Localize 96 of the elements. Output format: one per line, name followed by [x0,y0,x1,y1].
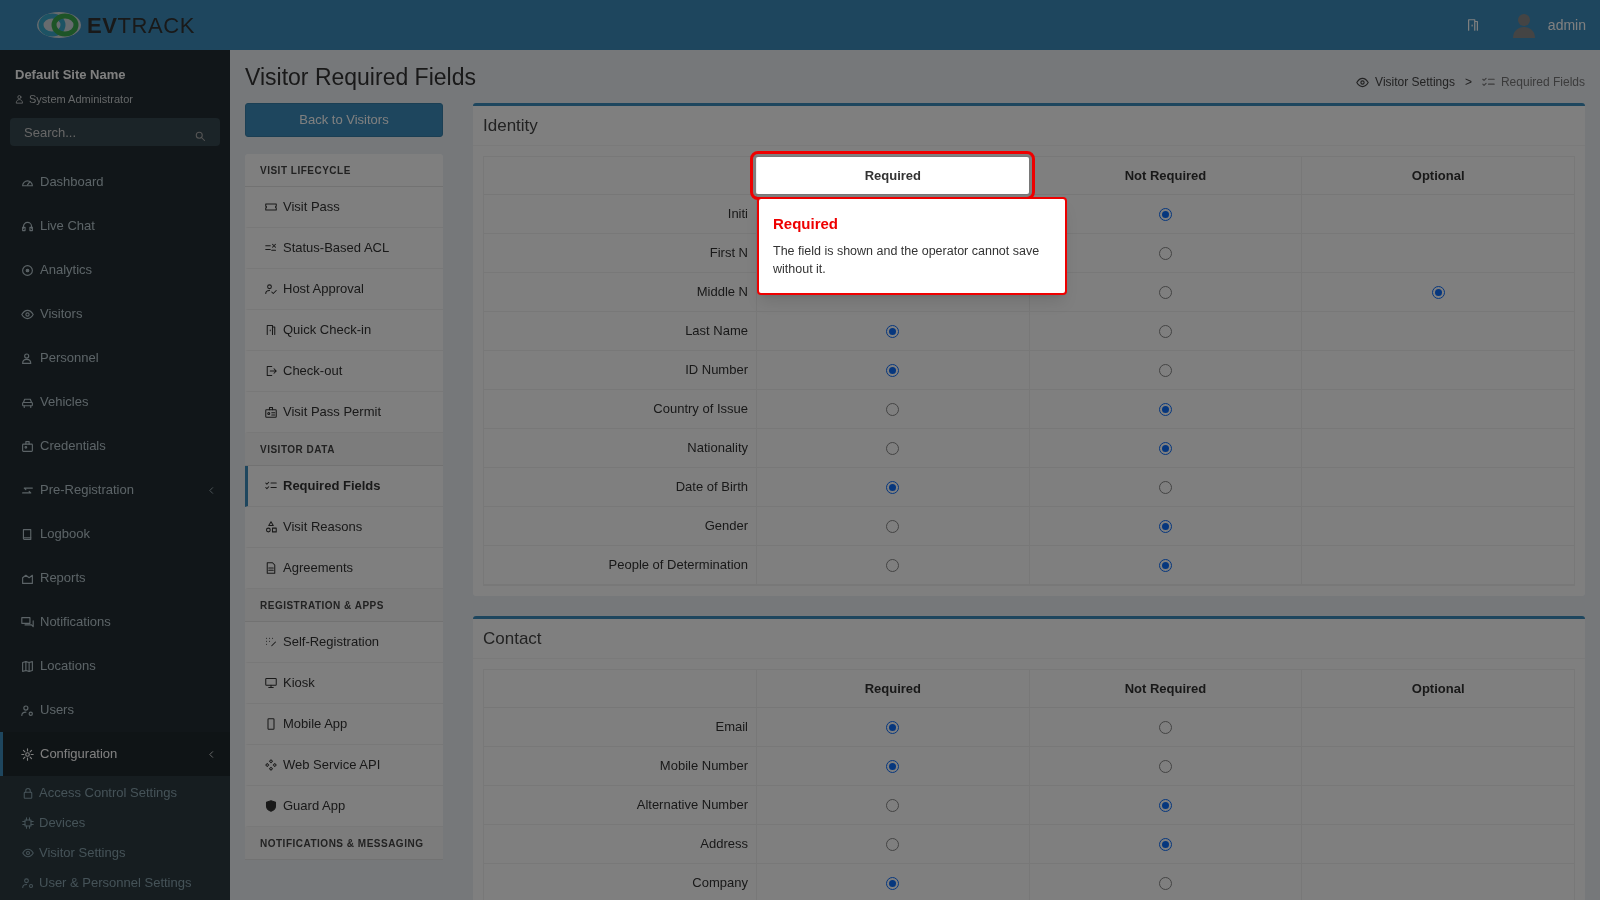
sidebar-item[interactable]: Locations [0,644,230,688]
sidebar-item[interactable]: Logbook [0,512,230,556]
exit-icon [265,365,277,377]
site-name: Default Site Name [15,66,127,84]
sidebar-item[interactable]: Vehicles [0,380,230,424]
settings-nav-item[interactable]: Kiosk [245,663,443,704]
nav-section-heading: VISITOR DATA [260,442,335,457]
logo-text: EVTRACK [87,11,195,40]
target-icon [21,263,34,277]
column-header: Required [756,670,1029,707]
book-icon [21,527,34,541]
tooltip-title: Required [773,214,839,234]
field-label: Gender [704,517,748,536]
sidebar-item[interactable]: Credentials [0,424,230,468]
logo-icon [35,10,84,40]
list-check-icon [265,242,277,254]
field-label: Mobile Number [659,757,748,776]
settings-nav-item[interactable]: Quick Check-in [245,310,443,351]
monitor-icon [265,677,277,689]
settings-nav-item[interactable]: Self-Registration [245,622,443,663]
field-label: Address [700,835,748,854]
chat-icon [21,615,34,629]
checklist-icon [1481,75,1495,89]
breadcrumb-current: Required Fields [1500,74,1585,91]
field-label: Date of Birth [675,478,748,497]
settings-nav-item[interactable]: Visit Pass [245,187,443,228]
sidebar-item[interactable]: Users [0,688,230,732]
tooltip-text: The field is shown and the operator cannot save without it. [773,242,1041,279]
gear-icon [21,747,34,761]
document-icon [265,562,277,574]
nav-section-heading: VISIT LIFECYCLE [260,163,351,178]
ticket-icon [265,201,277,213]
field-label: Initi [727,205,748,224]
eye-icon [22,847,34,859]
sidebar-item[interactable]: Pre-Registration [0,468,230,512]
column-header: Not Required [1028,670,1302,707]
settings-nav-item[interactable]: Status-Based ACL [245,228,443,269]
user-gear-icon [22,877,34,889]
column-header: Optional [1301,670,1574,707]
field-label: Company [692,874,748,893]
card-title: Contact [483,627,542,650]
settings-nav-item[interactable]: Host Approval [245,269,443,310]
nav-section-heading: NOTIFICATIONS & MESSAGING [260,836,424,851]
sidebar-item[interactable]: Dashboard [0,160,230,204]
person-icon [15,93,25,104]
field-label: Alternative Number [636,796,748,815]
settings-nav-item[interactable]: Web Service API [245,745,443,786]
nav-section-heading: REGISTRATION & APPS [260,598,384,613]
badge-icon [21,439,34,453]
field-label: Last Name [685,322,748,341]
checklist-icon [265,480,277,492]
map-icon [21,659,34,673]
column-header: Optional [1301,157,1574,194]
user-check-icon [265,283,277,295]
door-icon [265,324,277,336]
sidebar-item[interactable]: Analytics [0,248,230,292]
search-field[interactable]: Search... [10,118,220,146]
search-icon [194,130,206,142]
chip-icon [22,817,34,829]
field-label: Middle N [696,283,748,302]
dots-pen-icon [265,636,277,648]
user-name[interactable]: admin [1547,14,1586,36]
door-icon [1465,18,1480,32]
user-gear-icon [21,703,34,717]
eye-icon [21,307,34,321]
settings-nav-item[interactable]: Visit Reasons [245,507,443,548]
settings-nav-item[interactable]: Required Fields [245,466,443,507]
field-label: ID Number [685,361,748,380]
breadcrumb-link[interactable]: Visitor Settings [1375,73,1455,91]
page-title: Visitor Required Fields [245,65,476,91]
settings-nav-item[interactable]: Mobile App [245,704,443,745]
field-label: First N [709,244,748,263]
breadcrumb-separator: > [1464,74,1472,91]
sidebar-item[interactable]: Personnel [0,336,230,380]
column-header: Not Required [1028,157,1302,194]
headset-icon [21,219,34,233]
field-label: People of Determination [608,556,748,575]
person-icon [21,351,34,365]
sidebar-item[interactable]: Reports [0,556,230,600]
sidebar-item[interactable]: Live Chat [0,204,230,248]
field-label: Email [715,718,748,737]
id-card-icon [265,406,277,418]
shield-icon [265,800,277,812]
back-button[interactable]: Back to Visitors [245,103,443,137]
settings-nav-item[interactable]: Check-out [245,351,443,392]
field-label: Country of Issue [653,400,748,419]
sidebar-item[interactable]: Visitors [0,292,230,336]
user-role: System Administrator [29,91,133,107]
lock-icon [22,787,34,799]
sidebar-item[interactable]: Notifications [0,600,230,644]
phone-icon [265,718,277,730]
field-label: Nationality [687,439,748,458]
shapes-icon [265,521,277,533]
eye-icon [1356,75,1370,89]
card-title: Identity [483,114,538,137]
nodes-icon [265,759,277,771]
